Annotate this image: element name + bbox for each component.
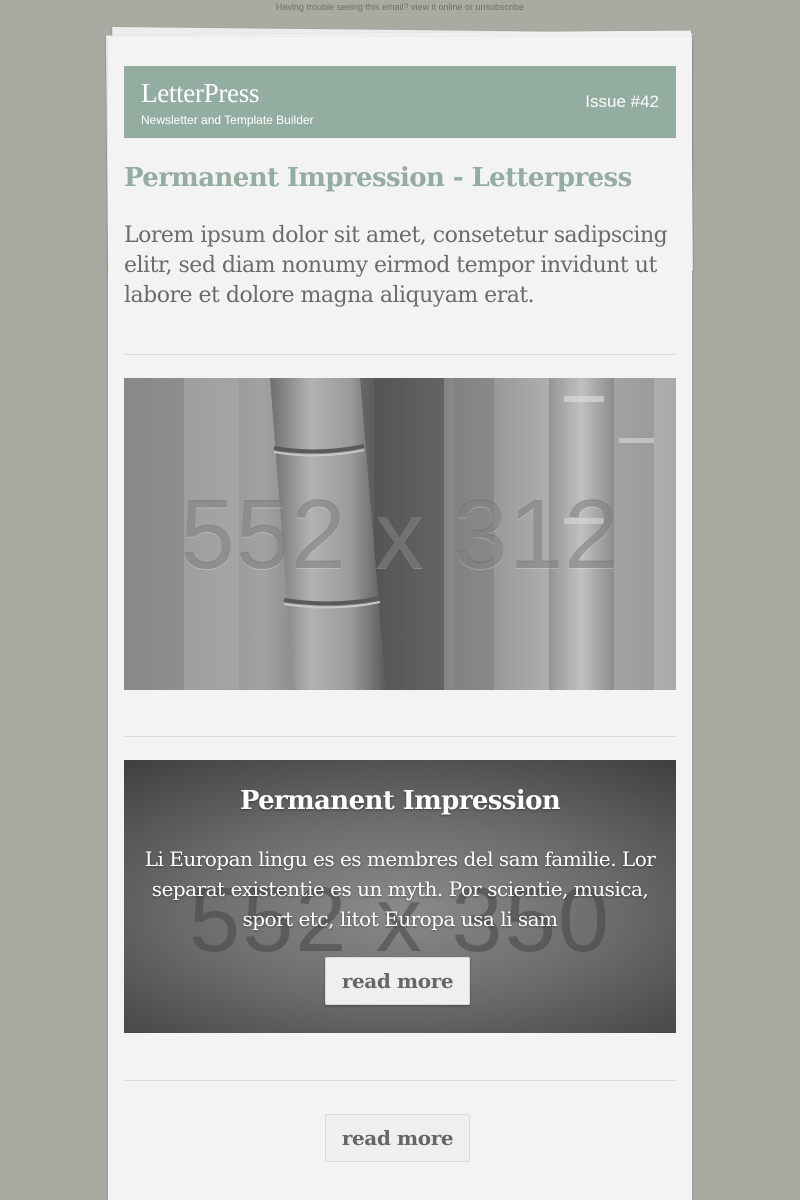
- preheader-text[interactable]: Having trouble seeing this email? view i…: [0, 0, 800, 14]
- read-more-button[interactable]: read more: [325, 1114, 470, 1162]
- newsletter-header: LetterPress Newsletter and Template Buil…: [124, 66, 676, 138]
- newsletter-page: LetterPress Newsletter and Template Buil…: [108, 37, 692, 1200]
- promo-read-more-button[interactable]: read more: [325, 957, 470, 1005]
- issue-number: Issue #42: [585, 92, 659, 111]
- article-intro: Lorem ipsum dolor sit amet, consetetur s…: [124, 223, 668, 308]
- brand-tagline: Newsletter and Template Builder: [141, 113, 314, 127]
- section-divider: [124, 1080, 676, 1081]
- image-placeholder-label: 552 x 312: [180, 478, 620, 589]
- promo-block: 552 x 350 Permanent Impression Li Europa…: [124, 760, 676, 1033]
- article-title: Permanent Impression - Letterpress: [124, 163, 632, 193]
- brand-logo: LetterPress: [141, 78, 260, 108]
- promo-text: Li Europan lingu es es membres del sam f…: [144, 847, 656, 931]
- promo-title: Permanent Impression: [239, 786, 561, 816]
- hero-image[interactable]: 552 x 312: [124, 378, 676, 690]
- section-divider: [124, 354, 676, 355]
- section-divider: [124, 736, 676, 737]
